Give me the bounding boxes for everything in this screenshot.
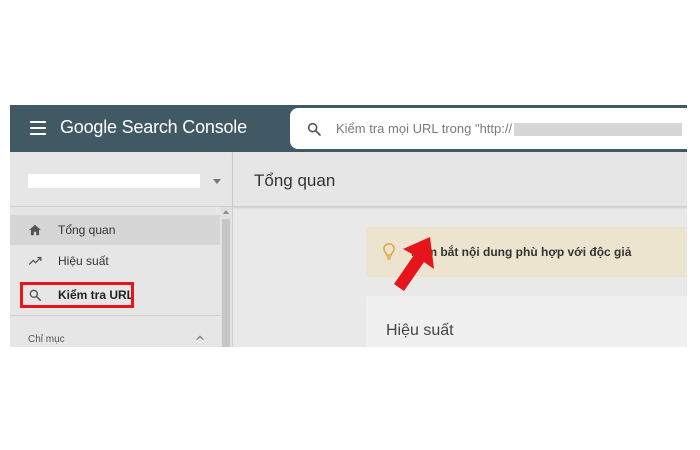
red-arrow-annotation [394, 237, 434, 291]
scrollbar-thumb[interactable] [222, 219, 230, 347]
sidebar-item-label: Hiệu suất [58, 254, 109, 268]
trending-up-icon [28, 256, 42, 265]
performance-card[interactable]: Hiệu suất [366, 296, 687, 347]
chevron-up-icon[interactable] [196, 334, 204, 342]
home-icon [29, 224, 41, 236]
redacted-property-name [28, 174, 200, 188]
search-input[interactable]: Kiểm tra mọi URL trong "http:// [290, 108, 687, 149]
sidebar-item-overview[interactable]: Tổng quan [10, 215, 220, 245]
sidebar-item-performance[interactable]: Hiệu suất [10, 246, 220, 276]
sidebar: Tổng quan Hiệu suất Kiểm tra URL Chỉ mục [10, 152, 233, 347]
search-console-screenshot: Google Search Console Kiểm tra mọi URL t… [10, 105, 687, 347]
page-canvas: Google Search Console Kiểm tra mọi URL t… [0, 0, 700, 450]
search-icon [307, 122, 321, 136]
top-app-bar: Google Search Console Kiểm tra mọi URL t… [10, 105, 687, 152]
sidebar-scrollbar[interactable] [221, 207, 231, 347]
red-highlight-annotation [20, 282, 134, 308]
caret-down-icon [213, 179, 221, 184]
page-title: Tổng quan [254, 171, 336, 190]
insight-text: Nắm bắt nội dung phù hợp với độc giả [411, 245, 632, 259]
page-header: Tổng quan [233, 152, 687, 207]
divider [10, 315, 220, 316]
property-selector[interactable] [10, 152, 232, 207]
scroll-up-arrow-icon[interactable] [223, 210, 229, 214]
section-label-index[interactable]: Chỉ mục [28, 334, 65, 345]
hamburger-menu-icon[interactable] [30, 121, 46, 135]
redacted-property-url [514, 123, 682, 136]
performance-card-title: Hiệu suất [386, 322, 454, 339]
search-placeholder: Kiểm tra mọi URL trong "http:// [336, 121, 513, 136]
app-logo[interactable]: Google Search Console [60, 117, 247, 138]
main-content: Tổng quan Nắm bắt nội dung phù hợp với đ… [233, 152, 687, 347]
sidebar-item-label: Tổng quan [58, 223, 116, 237]
